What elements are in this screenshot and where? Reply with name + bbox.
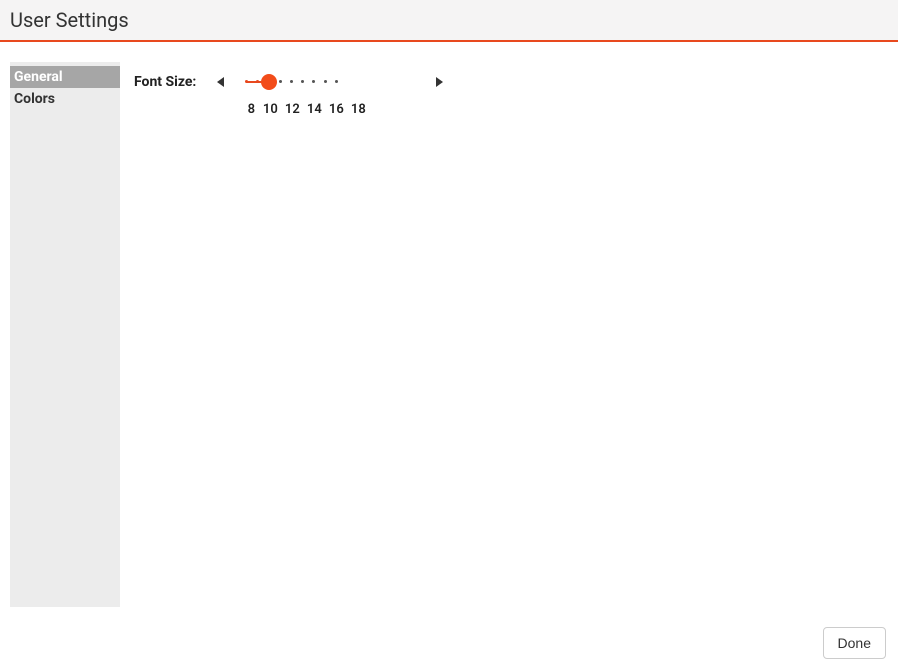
slider-thumb[interactable] xyxy=(261,74,277,90)
slider-tick-label: 16 xyxy=(328,102,344,117)
decrease-font-button[interactable] xyxy=(214,72,228,92)
slider-tick-label: 18 xyxy=(350,102,366,117)
slider-tick xyxy=(290,80,293,83)
increase-font-button[interactable] xyxy=(432,72,446,92)
slider-tick xyxy=(335,80,338,83)
dialog-header: User Settings xyxy=(0,0,898,42)
slider-tick-label: 8 xyxy=(246,102,256,117)
dialog-body: General Colors Font Size: 8 10 12 14 16 18 xyxy=(0,42,898,607)
dialog-footer: Done xyxy=(823,627,886,659)
slider-tick xyxy=(324,80,327,83)
font-size-slider-block: 8 10 12 14 16 18 xyxy=(246,72,366,117)
slider-tick xyxy=(245,80,248,83)
slider-tick xyxy=(301,80,304,83)
font-size-row: Font Size: 8 10 12 14 16 18 xyxy=(134,72,898,117)
done-button[interactable]: Done xyxy=(823,627,886,659)
slider-tick-label: 10 xyxy=(262,102,278,117)
settings-content: Font Size: 8 10 12 14 16 18 xyxy=(120,62,898,117)
slider-tick xyxy=(312,80,315,83)
sidebar-item-general[interactable]: General xyxy=(10,66,120,88)
settings-sidebar: General Colors xyxy=(10,62,120,607)
slider-tick-label: 12 xyxy=(284,102,300,117)
caret-left-icon xyxy=(217,77,225,87)
slider-tick-label: 14 xyxy=(306,102,322,117)
dialog-title: User Settings xyxy=(10,8,888,32)
caret-right-icon xyxy=(435,77,443,87)
font-size-label: Font Size: xyxy=(134,72,196,90)
font-size-slider[interactable] xyxy=(246,72,336,92)
slider-tick xyxy=(279,80,282,83)
sidebar-item-colors[interactable]: Colors xyxy=(10,88,120,110)
slider-tick-labels: 8 10 12 14 16 18 xyxy=(246,102,366,117)
